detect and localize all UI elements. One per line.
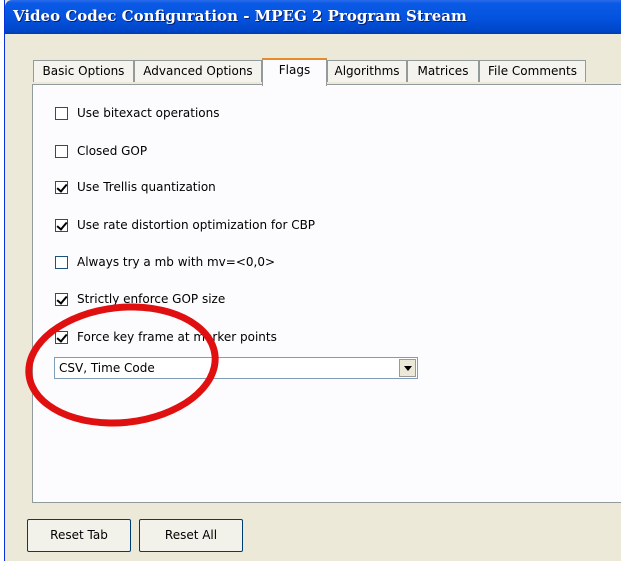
tab-algorithms[interactable]: Algorithms: [327, 60, 407, 82]
config-window: Video Codec Configuration - MPEG 2 Progr…: [4, 0, 621, 561]
checkbox[interactable]: [55, 256, 68, 269]
checkbox-label: Use rate distortion optimization for CBP: [77, 218, 316, 232]
tab-basic-options[interactable]: Basic Options: [33, 60, 134, 82]
checkbox[interactable]: [55, 107, 68, 120]
window-title: Video Codec Configuration - MPEG 2 Progr…: [13, 7, 467, 25]
checkbox-label: Strictly enforce GOP size: [77, 292, 226, 306]
checkbox[interactable]: [55, 331, 68, 344]
checkbox[interactable]: [55, 219, 68, 232]
checkbox[interactable]: [55, 145, 68, 158]
checkbox-label: Closed GOP: [77, 144, 148, 158]
tab-advanced-options[interactable]: Advanced Options: [134, 60, 262, 82]
checkbox-label: Force key frame at marker points: [77, 330, 277, 344]
checkbox[interactable]: [55, 293, 68, 306]
chevron-down-icon[interactable]: [399, 359, 416, 377]
marker-format-value: CSV, Time Code: [59, 361, 155, 375]
reset-all-button[interactable]: Reset All: [139, 519, 243, 552]
tab-matrices[interactable]: Matrices: [407, 60, 479, 82]
reset-tab-button[interactable]: Reset Tab: [27, 519, 131, 552]
marker-format-select[interactable]: CSV, Time Code: [54, 357, 418, 379]
checkbox[interactable]: [55, 181, 68, 194]
title-bar[interactable]: Video Codec Configuration - MPEG 2 Progr…: [5, 0, 621, 34]
checkbox-label: Use bitexact operations: [77, 106, 220, 120]
checkbox-label: Use Trellis quantization: [77, 180, 216, 194]
checkbox-label: Always try a mb with mv=<0,0>: [77, 255, 276, 269]
tab-file-comments[interactable]: File Comments: [479, 60, 586, 82]
tab-flags[interactable]: Flags: [262, 58, 327, 86]
